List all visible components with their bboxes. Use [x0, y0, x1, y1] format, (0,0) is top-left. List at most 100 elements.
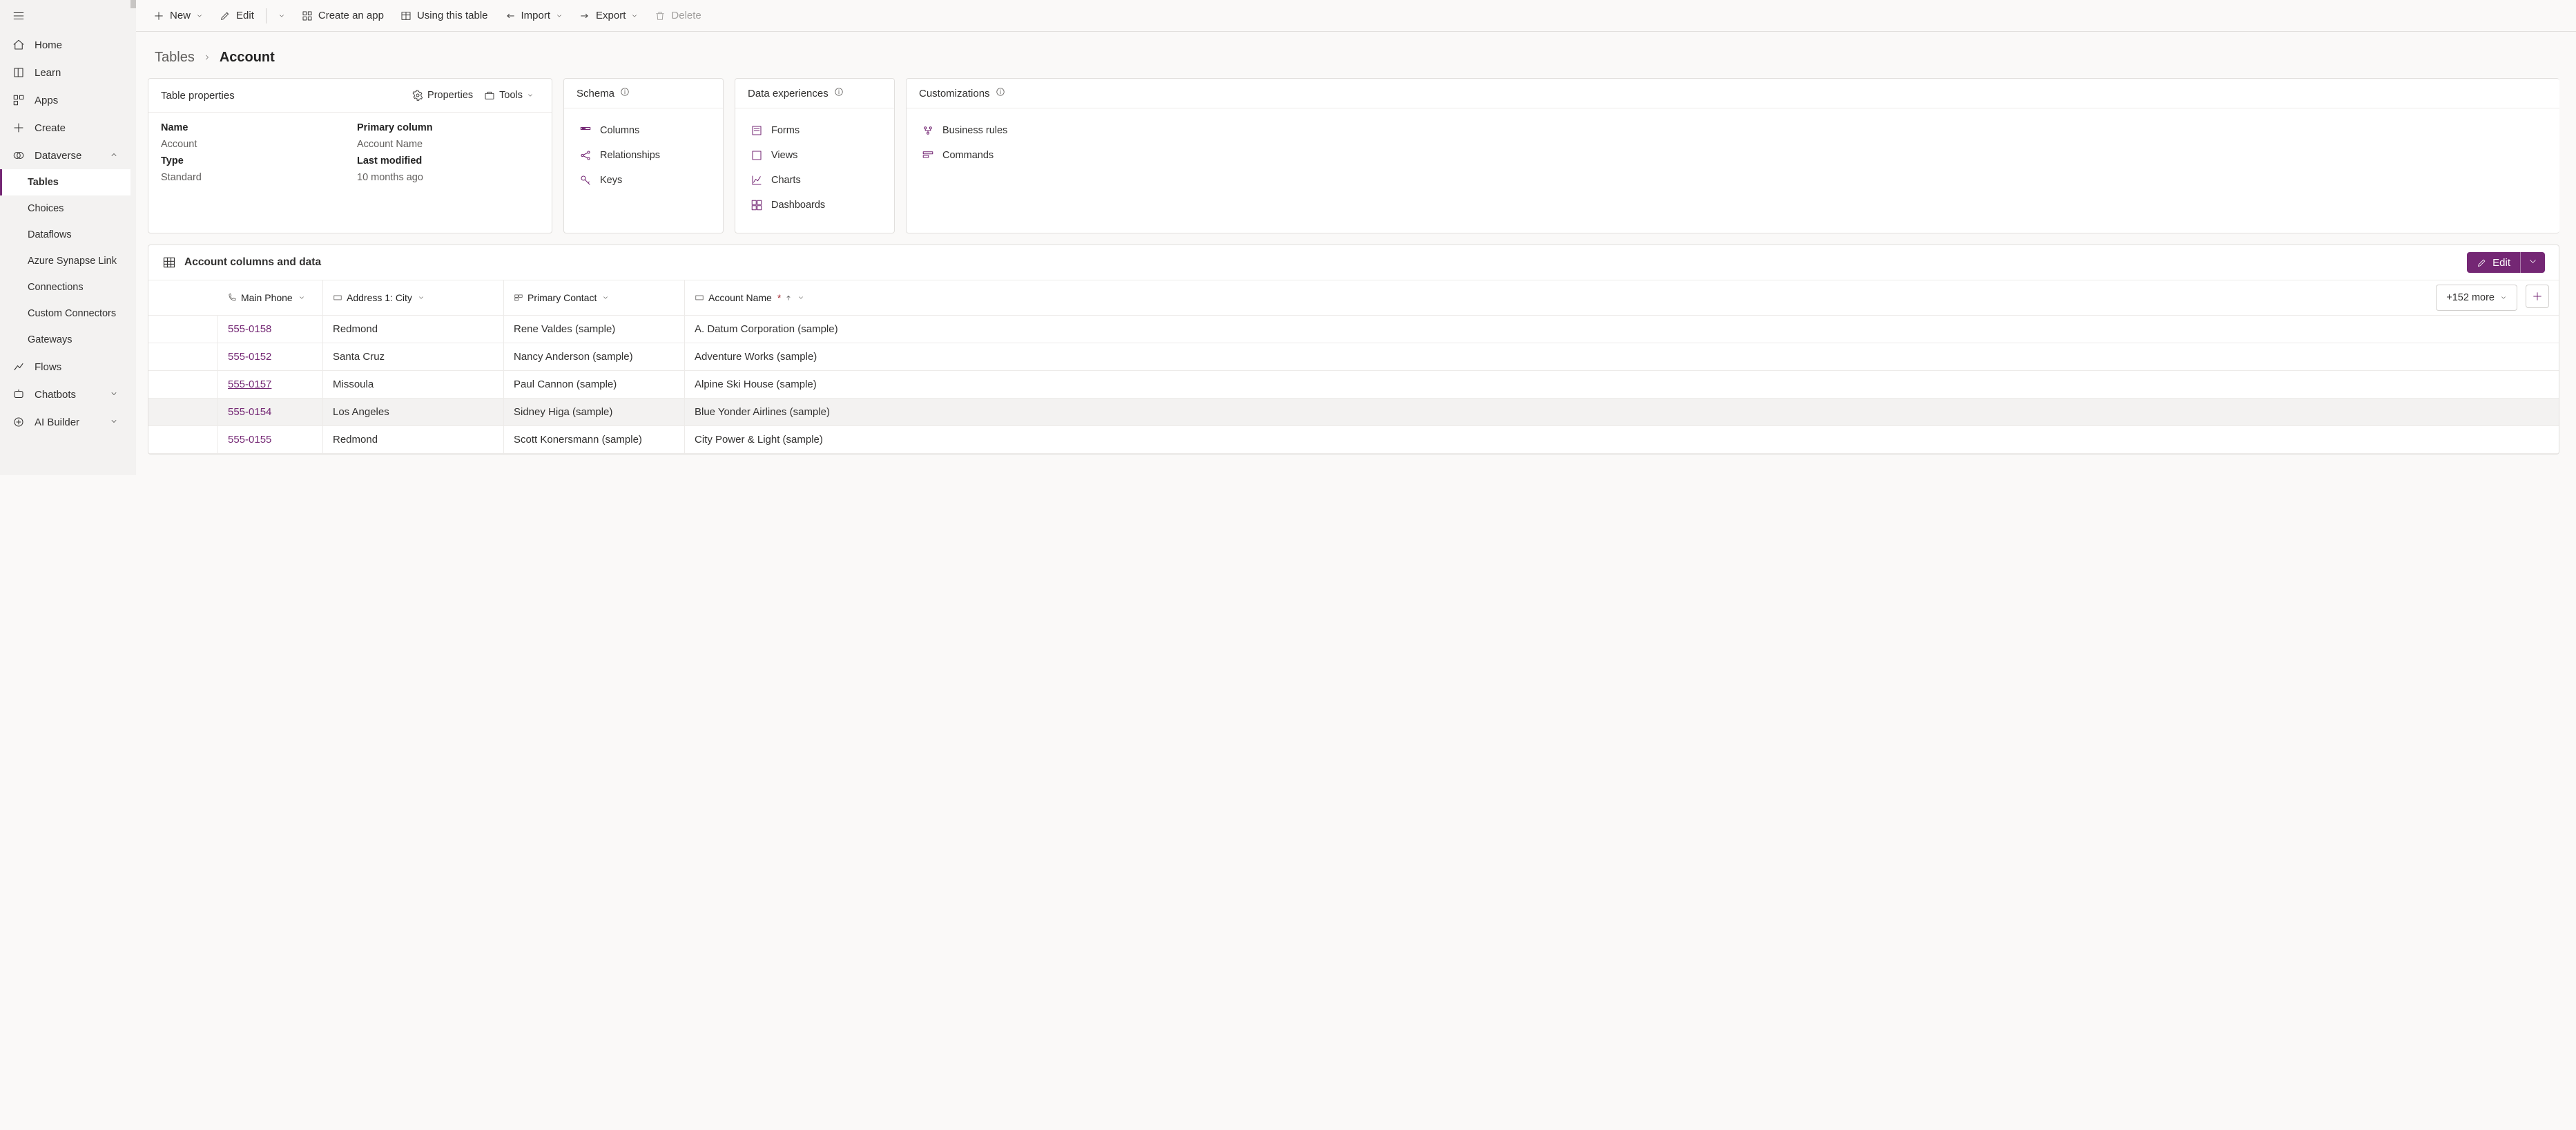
- keys-link[interactable]: Keys: [577, 168, 710, 193]
- sidebar-item-home[interactable]: Home: [0, 31, 130, 59]
- table-row[interactable]: 555-0152 Santa Cruz Nancy Anderson (samp…: [148, 343, 2559, 371]
- info-icon[interactable]: [996, 87, 1005, 99]
- cell-phone[interactable]: 555-0154: [217, 399, 322, 425]
- col-account-name[interactable]: Account Name *: [684, 280, 2436, 315]
- cell-contact[interactable]: Nancy Anderson (sample): [503, 343, 684, 370]
- chevron-down-icon: [110, 389, 118, 401]
- sidebar-learn-label: Learn: [35, 67, 61, 79]
- sidebar-item-tables[interactable]: Tables: [0, 169, 130, 195]
- hamburger-button[interactable]: [0, 0, 130, 31]
- tools-button[interactable]: Tools: [478, 87, 539, 104]
- cell-city[interactable]: Los Angeles: [322, 399, 503, 425]
- col-primary-contact[interactable]: Primary Contact: [503, 280, 684, 315]
- table-row[interactable]: 555-0154 Los Angeles Sidney Higa (sample…: [148, 399, 2559, 426]
- key-icon: [579, 174, 592, 186]
- views-label: Views: [771, 150, 797, 161]
- chevron-down-icon: [196, 12, 203, 19]
- relationships-link[interactable]: Relationships: [577, 143, 710, 168]
- cell-phone[interactable]: 555-0158: [217, 316, 322, 343]
- cell-account[interactable]: City Power & Light (sample): [684, 426, 2559, 453]
- create-app-button[interactable]: Create an app: [295, 6, 391, 26]
- cell-city[interactable]: Missoula: [322, 371, 503, 398]
- sidebar-item-chatbots[interactable]: Chatbots: [0, 381, 130, 408]
- sidebar-item-flows[interactable]: Flows: [0, 353, 130, 381]
- col-account-label: Account Name: [708, 292, 772, 303]
- sidebar-item-choices[interactable]: Choices: [0, 195, 130, 222]
- business-rules-link[interactable]: Business rules: [919, 118, 2547, 143]
- using-table-button[interactable]: Using this table: [394, 6, 495, 26]
- cell-city[interactable]: Redmond: [322, 316, 503, 343]
- cell-contact[interactable]: Paul Cannon (sample): [503, 371, 684, 398]
- sidebar-item-ai-builder[interactable]: AI Builder: [0, 408, 130, 436]
- edit-data-split[interactable]: [2520, 252, 2545, 273]
- sidebar-item-synapse[interactable]: Azure Synapse Link: [0, 248, 130, 274]
- data-experiences-card: Data experiences Forms Views Charts: [735, 78, 895, 233]
- sidebar-dataverse-label: Dataverse: [35, 150, 81, 162]
- export-icon: [579, 10, 590, 21]
- sidebar-item-dataflows[interactable]: Dataflows: [0, 222, 130, 248]
- col-city[interactable]: Address 1: City: [322, 280, 503, 315]
- commands-link[interactable]: Commands: [919, 143, 2547, 168]
- prop-type-label: Type: [161, 155, 343, 166]
- sidebar-item-create[interactable]: Create: [0, 114, 130, 142]
- new-button[interactable]: New: [146, 6, 210, 26]
- views-link[interactable]: Views: [748, 143, 882, 168]
- cell-contact[interactable]: Sidney Higa (sample): [503, 399, 684, 425]
- cell-contact[interactable]: Rene Valdes (sample): [503, 316, 684, 343]
- chevron-down-icon: [556, 12, 563, 19]
- more-columns-button[interactable]: +152 more: [2436, 285, 2517, 311]
- cell-account[interactable]: A. Datum Corporation (sample): [684, 316, 2559, 343]
- prop-name-value: Account: [161, 139, 343, 150]
- sidebar-gateways-label: Gateways: [28, 334, 72, 345]
- sidebar-item-connections[interactable]: Connections: [0, 274, 130, 300]
- props-card-title: Table properties: [161, 90, 235, 102]
- table-row[interactable]: 555-0158 Redmond Rene Valdes (sample) A.…: [148, 316, 2559, 343]
- sidebar-item-apps[interactable]: Apps: [0, 86, 130, 114]
- sidebar-item-dataverse[interactable]: Dataverse: [0, 142, 130, 169]
- add-column-button[interactable]: [2526, 285, 2549, 308]
- edit-data-button[interactable]: Edit: [2467, 252, 2545, 273]
- cell-phone[interactable]: 555-0152: [217, 343, 322, 370]
- sidebar-scrollbar[interactable]: [130, 0, 136, 475]
- sidebar-item-custom-connectors[interactable]: Custom Connectors: [0, 300, 130, 327]
- charts-link[interactable]: Charts: [748, 168, 882, 193]
- cell-account[interactable]: Adventure Works (sample): [684, 343, 2559, 370]
- relationships-label: Relationships: [600, 150, 660, 161]
- edit-data-label: Edit: [2492, 257, 2510, 269]
- properties-label: Properties: [427, 90, 473, 101]
- cell-city[interactable]: Redmond: [322, 426, 503, 453]
- forms-link[interactable]: Forms: [748, 118, 882, 143]
- info-icon[interactable]: [620, 87, 630, 99]
- cell-contact[interactable]: Scott Konersmann (sample): [503, 426, 684, 453]
- import-button[interactable]: Import: [498, 6, 570, 26]
- cell-city[interactable]: Santa Cruz: [322, 343, 503, 370]
- properties-button[interactable]: Properties: [407, 87, 478, 104]
- col-main-phone[interactable]: Main Phone: [217, 280, 322, 315]
- chart-icon: [750, 174, 763, 186]
- sidebar-item-learn[interactable]: Learn: [0, 59, 130, 86]
- cell-account[interactable]: Blue Yonder Airlines (sample): [684, 399, 2559, 425]
- apps-icon: [12, 94, 25, 106]
- chevron-down-icon: [418, 294, 425, 301]
- col-contact-label: Primary Contact: [527, 292, 597, 303]
- table-row[interactable]: 555-0157 Missoula Paul Cannon (sample) A…: [148, 371, 2559, 399]
- table-row[interactable]: 555-0155 Redmond Scott Konersmann (sampl…: [148, 426, 2559, 454]
- required-indicator: *: [777, 292, 781, 303]
- cell-phone[interactable]: 555-0157: [217, 371, 322, 398]
- prop-type-value: Standard: [161, 172, 343, 183]
- edit-button[interactable]: Edit: [213, 6, 261, 26]
- cell-account[interactable]: Alpine Ski House (sample): [684, 371, 2559, 398]
- breadcrumb-parent[interactable]: Tables: [155, 50, 195, 66]
- export-button[interactable]: Export: [572, 6, 645, 26]
- edit-split-button[interactable]: [271, 8, 292, 23]
- trash-icon: [655, 10, 666, 21]
- columns-link[interactable]: Abc Columns: [577, 118, 710, 143]
- dashboards-link[interactable]: Dashboards: [748, 193, 882, 218]
- dataverse-icon: [12, 149, 25, 162]
- col-city-label: Address 1: City: [347, 292, 412, 303]
- cell-phone[interactable]: 555-0155: [217, 426, 322, 453]
- import-icon: [505, 10, 516, 21]
- info-icon[interactable]: [834, 87, 844, 99]
- schema-card-title: Schema: [577, 88, 614, 99]
- sidebar-item-gateways[interactable]: Gateways: [0, 327, 130, 353]
